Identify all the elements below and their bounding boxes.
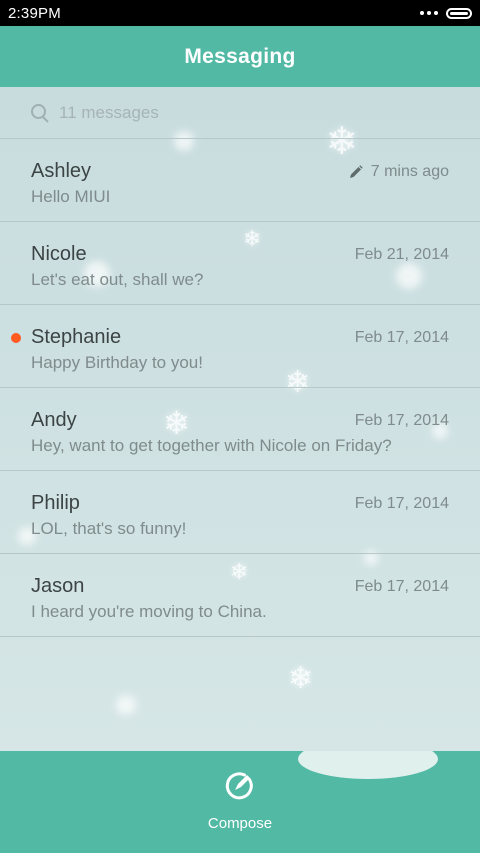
message-date: Feb 17, 2014: [354, 412, 449, 429]
pencil-icon: [349, 165, 363, 178]
status-indicators: [420, 7, 472, 19]
list-item[interactable]: Philip LOL, that's so funny! Feb 17, 201…: [0, 471, 480, 554]
status-time: 2:39PM: [8, 4, 61, 22]
contact-name: Stephanie: [31, 326, 122, 348]
more-icon: [420, 11, 438, 15]
contact-name: Jason: [31, 575, 85, 597]
compose-button[interactable]: Compose: [190, 765, 290, 845]
page-title: Messaging: [184, 44, 296, 68]
list-item[interactable]: Andy Hey, want to get together with Nico…: [0, 388, 480, 471]
message-preview: Happy Birthday to you!: [31, 353, 203, 372]
contact-name: Ashley: [31, 160, 92, 182]
snow-blur: [116, 695, 136, 715]
message-preview: Hey, want to get together with Nicole on…: [31, 436, 392, 455]
message-preview: Hello MIUI: [31, 187, 111, 206]
contact-name: Andy: [31, 409, 77, 431]
message-list: Ashley Hello MIUI 7 mins ago Nicole Let'…: [0, 139, 480, 637]
message-date: 7 mins ago: [349, 163, 449, 181]
message-preview: LOL, that's so funny!: [31, 519, 187, 538]
message-date-text: 7 mins ago: [370, 163, 449, 180]
message-date: Feb 21, 2014: [354, 246, 449, 263]
status-bar: 2:39PM: [0, 0, 480, 26]
list-item[interactable]: Jason I heard you're moving to China. Fe…: [0, 554, 480, 637]
list-item[interactable]: Stephanie Happy Birthday to you! Feb 17,…: [0, 305, 480, 388]
message-date: Feb 17, 2014: [354, 495, 449, 512]
search-icon: [31, 103, 49, 123]
compose-label: Compose: [207, 815, 273, 832]
message-preview: Let's eat out, shall we?: [31, 270, 204, 289]
snowflake-icon: ❄: [288, 661, 314, 696]
decorative-glow: [298, 751, 438, 779]
app-header: Messaging: [0, 26, 480, 87]
message-date: Feb 17, 2014: [354, 329, 449, 346]
list-item[interactable]: Nicole Let's eat out, shall we? Feb 21, …: [0, 222, 480, 305]
contact-name: Nicole: [31, 243, 87, 265]
contact-name: Philip: [31, 492, 80, 514]
message-date: Feb 17, 2014: [354, 578, 449, 595]
bottom-bar: Compose: [0, 751, 480, 853]
unread-indicator: [11, 333, 21, 343]
message-area: ❄ ❄ ❄ ❄ ❄ ❄ 11 messages Ashley Hello MIU…: [0, 87, 480, 751]
compose-icon: [225, 772, 253, 800]
message-preview: I heard you're moving to China.: [31, 602, 267, 621]
battery-icon: [446, 7, 472, 19]
list-item[interactable]: Ashley Hello MIUI 7 mins ago: [0, 139, 480, 222]
search-placeholder: 11 messages: [59, 102, 159, 122]
search-bar[interactable]: 11 messages: [0, 87, 480, 139]
